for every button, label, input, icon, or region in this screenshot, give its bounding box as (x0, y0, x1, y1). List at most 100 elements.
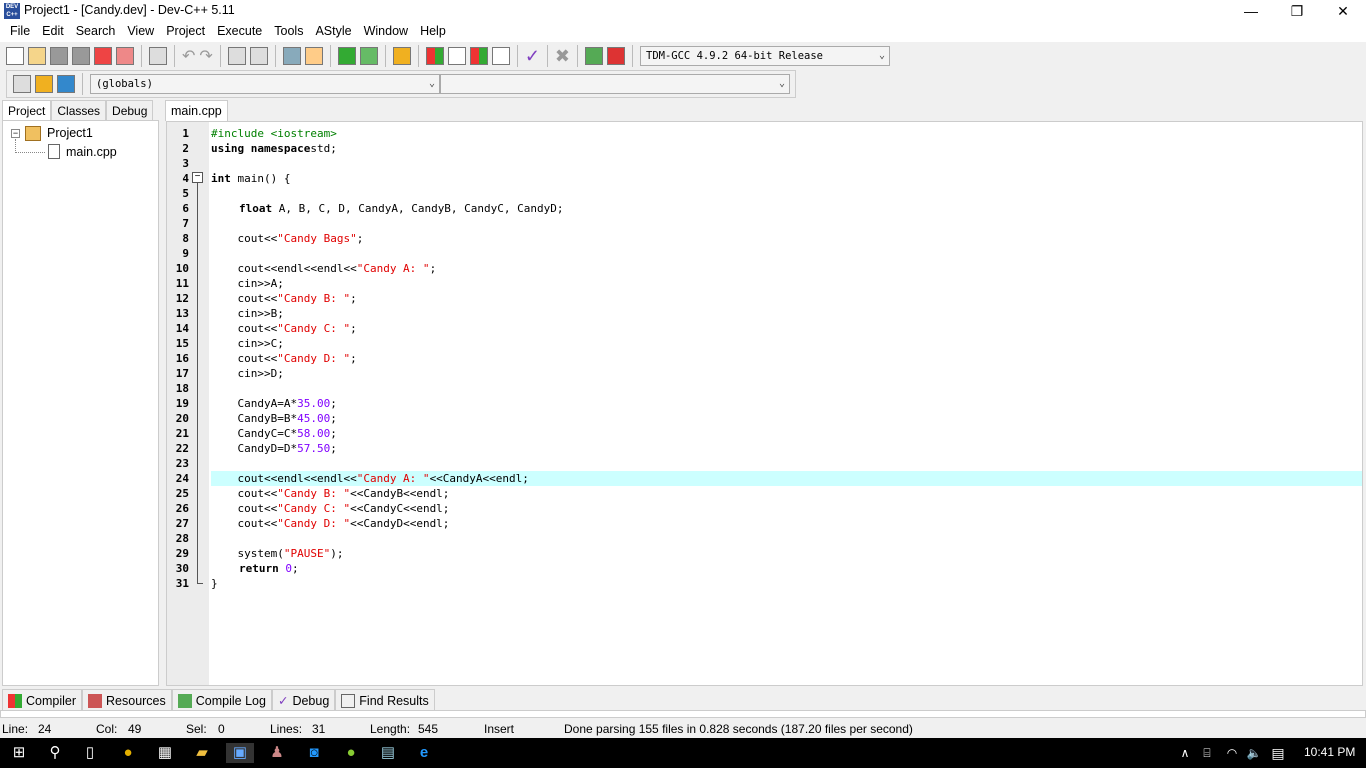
new-file-icon[interactable] (6, 47, 24, 65)
code-line[interactable]: CandyA=A*35.00; (211, 396, 1362, 411)
menu-astyle[interactable]: AStyle (309, 22, 357, 42)
add-class-icon[interactable] (35, 75, 53, 93)
lock-app-icon[interactable]: ● (341, 743, 361, 763)
code-line[interactable]: cout<<"Candy B: "; (211, 291, 1362, 306)
remove-from-project-icon[interactable] (359, 47, 378, 65)
editor-tab-main-cpp[interactable]: main.cpp (165, 100, 228, 121)
syntax-check-icon[interactable]: ✓ (525, 46, 540, 67)
code-line[interactable]: cout<<"Candy C: "<<CandyC<<endl; (211, 501, 1362, 516)
code-line[interactable] (211, 186, 1362, 201)
edge-icon[interactable]: e (414, 743, 434, 763)
fold-collapse-icon[interactable]: − (192, 172, 203, 183)
code-line[interactable]: CandyB=B*45.00; (211, 411, 1362, 426)
code-line[interactable]: cout<<"Candy D: "<<CandyD<<endl; (211, 516, 1362, 531)
chevron-up-icon[interactable]: ∧ (1175, 743, 1195, 763)
close-all-icon[interactable] (116, 47, 134, 65)
member-select[interactable]: ⌄ (440, 74, 790, 94)
undo-icon[interactable]: ↶ (182, 46, 195, 66)
menu-file[interactable]: File (4, 22, 36, 42)
menu-window[interactable]: Window (358, 22, 414, 42)
close-button[interactable]: ✕ (1320, 0, 1366, 22)
code-editor[interactable]: 1 2 3 4 5 6 7 8 9 10 11 12 13 14 15 16 17 18 19 20 21 22 23 24 2… (166, 121, 1363, 686)
indent-icon[interactable] (282, 47, 301, 65)
menu-help[interactable]: Help (414, 22, 452, 42)
tab-project[interactable]: Project (2, 100, 52, 121)
code-line[interactable]: int main() { (211, 171, 1362, 186)
devcpp-taskbar-icon[interactable]: ▣ (226, 743, 254, 763)
network-icon[interactable]: ⌸ (1197, 743, 1217, 763)
code-line[interactable]: float A, B, C, D, CandyA, CandyB, CandyC… (211, 201, 1362, 216)
project-options-icon[interactable] (392, 47, 411, 65)
profile-icon[interactable] (585, 47, 603, 65)
code-line[interactable] (211, 381, 1362, 396)
open-file-icon[interactable] (28, 47, 46, 65)
compile-icon[interactable] (425, 47, 444, 65)
code-line[interactable]: CandyD=D*57.50; (211, 441, 1362, 456)
code-line[interactable]: cout<<"Candy B: "<<CandyB<<endl; (211, 486, 1362, 501)
tree-file-main[interactable]: main.cpp (66, 145, 117, 159)
code-line[interactable]: system("PAUSE"); (211, 546, 1362, 561)
close-file-icon[interactable] (94, 47, 112, 65)
search-icon[interactable]: ⚲ (45, 743, 65, 763)
wifi-icon[interactable]: ◠ (1222, 743, 1242, 763)
stop-icon[interactable]: ✖ (555, 46, 570, 67)
find-icon[interactable] (227, 47, 246, 65)
code-line[interactable] (211, 156, 1362, 171)
compiler-select[interactable]: TDM-GCC 4.9.2 64-bit Release ⌄ (640, 46, 890, 66)
game-app-icon[interactable]: ♟ (267, 743, 287, 763)
print-icon[interactable] (149, 47, 167, 65)
add-to-project-icon[interactable] (337, 47, 356, 65)
code-line[interactable] (211, 246, 1362, 261)
code-line[interactable]: cout<<"Candy D: "; (211, 351, 1362, 366)
code-line[interactable]: cout<<endl<<endl<<"Candy A: "; (211, 261, 1362, 276)
volume-icon[interactable]: 🔈 (1244, 743, 1264, 763)
chrome-icon[interactable]: ● (118, 743, 138, 763)
code-line[interactable]: } (211, 576, 1362, 591)
redo-icon[interactable]: ↷ (199, 46, 212, 66)
save-icon[interactable] (50, 47, 68, 65)
notepad-icon[interactable]: ▤ (378, 743, 398, 763)
code-line[interactable]: cin>>B; (211, 306, 1362, 321)
tab-classes[interactable]: Classes (51, 100, 107, 121)
file-explorer-icon[interactable]: ▰ (192, 743, 212, 763)
code-line[interactable]: cout<<"Candy C: "; (211, 321, 1362, 336)
tab-compile-log[interactable]: Compile Log (171, 689, 272, 711)
notifications-icon[interactable]: ▤ (1268, 743, 1288, 763)
menu-execute[interactable]: Execute (211, 22, 268, 42)
maximize-button[interactable]: ❐ (1274, 0, 1320, 22)
code-line[interactable]: #include <iostream> (211, 126, 1362, 141)
goto-definition-icon[interactable] (57, 75, 75, 93)
menu-search[interactable]: Search (70, 22, 122, 42)
code-line[interactable]: using namespacestd; (211, 141, 1362, 156)
menu-view[interactable]: View (121, 22, 160, 42)
collapse-toggle-icon[interactable]: − (11, 129, 20, 138)
code-line[interactable]: cout<<"Candy Bags"; (211, 231, 1362, 246)
menu-project[interactable]: Project (160, 22, 211, 42)
save-all-icon[interactable] (72, 47, 90, 65)
minimize-button[interactable]: — (1228, 0, 1274, 22)
tab-debug[interactable]: Debug (106, 100, 154, 121)
tab-resources[interactable]: Resources (82, 689, 172, 711)
task-view-icon[interactable]: ▯ (80, 743, 100, 763)
code-line[interactable]: CandyC=C*58.00; (211, 426, 1362, 441)
menu-edit[interactable]: Edit (36, 22, 70, 42)
windows-start-icon[interactable]: ⊞ (9, 743, 29, 763)
app-icon[interactable]: ◙ (304, 743, 324, 763)
code-line[interactable] (211, 456, 1362, 471)
compile-run-icon[interactable] (469, 47, 488, 65)
delete-profile-icon[interactable] (607, 47, 625, 65)
code-line[interactable]: cin>>D; (211, 366, 1362, 381)
goto-declaration-icon[interactable] (13, 75, 31, 93)
code-line[interactable]: cout<<endl<<endl<<"Candy A: "<<CandyA<<e… (211, 471, 1362, 486)
code-line[interactable] (211, 216, 1362, 231)
media-app-icon[interactable]: ▦ (155, 743, 175, 763)
code-line[interactable]: cin>>C; (211, 336, 1362, 351)
code-line[interactable]: return 0; (211, 561, 1362, 576)
tab-find-results[interactable]: Find Results (335, 689, 435, 711)
rebuild-icon[interactable] (491, 47, 510, 65)
run-icon[interactable] (447, 47, 466, 65)
scope-select[interactable]: (globals) ⌄ (90, 74, 440, 94)
tab-compiler[interactable]: Compiler (2, 689, 83, 711)
tab-debug-output[interactable]: ✓ Debug (271, 689, 336, 711)
unindent-icon[interactable] (304, 47, 323, 65)
